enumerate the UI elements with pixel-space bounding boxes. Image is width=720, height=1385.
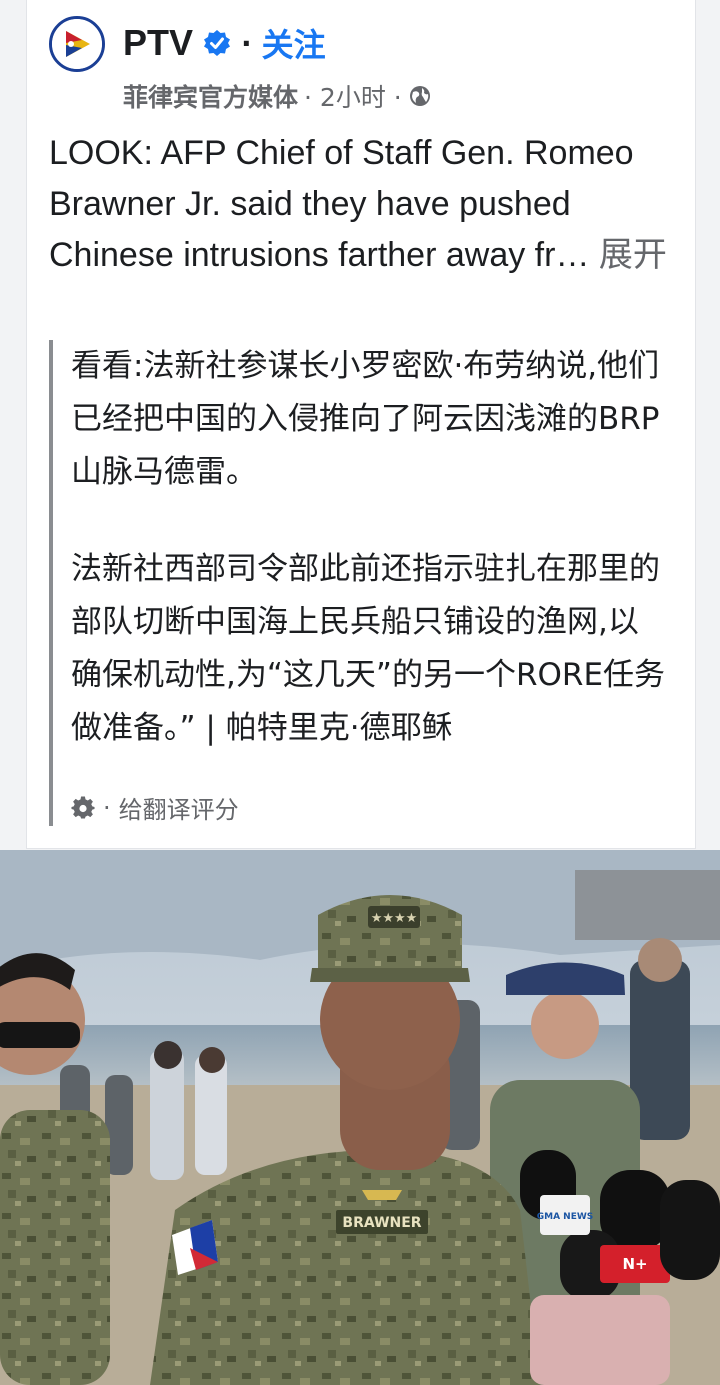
page-category: 菲律宾官方媒体 [123,83,299,112]
mic-label-right: N+ [622,1255,647,1273]
name-tape: BRAWNER [342,1215,421,1231]
post-timestamp[interactable]: · 2小时 · [304,78,402,114]
post-text: LOOK: AFP Chief of Staff Gen. Romeo Braw… [49,134,634,274]
globe-icon [409,86,430,106]
rate-separator: · [103,793,111,822]
translation-paragraph-2: 法新社西部司令部此前还指示驻扎在那里的部队切断中国海上民兵船只铺设的渔网,以确保… [71,551,666,746]
page-name-link[interactable]: PTV [123,22,193,64]
follow-button[interactable]: 关注 [262,20,326,66]
translation-block: 看看:法新社参谋长小罗密欧·布劳纳说,他们已经把中国的入侵推向了阿云因浅滩的BR… [49,340,669,826]
header-separator: · [241,26,252,60]
ptv-logo-icon [52,19,102,69]
cap-insignia: ★★★★ [371,911,418,926]
photo-illustration: ★★★★ BRAWNER N+ GMA NEWS [0,850,720,1385]
see-more-link[interactable]: 展开 [599,236,667,274]
gear-icon [71,795,95,819]
ptv-logo-avatar[interactable] [49,16,105,72]
verified-badge-icon [204,30,231,56]
post-meta: 菲律宾官方媒体 · 2小时 · [123,78,432,114]
post-header: PTV · 关注 [123,18,326,68]
post-card: PTV · 关注 菲律宾官方媒体 · 2小时 · LOOK: AFP Chief… [26,0,696,849]
rate-translation-label[interactable]: 给翻译评分 [119,790,239,825]
post-body: LOOK: AFP Chief of Staff Gen. Romeo Braw… [49,128,674,281]
mic-label-left: GMA NEWS [537,1212,594,1222]
post-photo[interactable]: ★★★★ BRAWNER N+ GMA NEWS [0,850,720,1385]
translation-paragraph-1: 看看:法新社参谋长小罗密欧·布劳纳说,他们已经把中国的入侵推向了阿云因浅滩的BR… [71,348,660,490]
rate-translation-row[interactable]: · 给翻译评分 [71,790,239,825]
